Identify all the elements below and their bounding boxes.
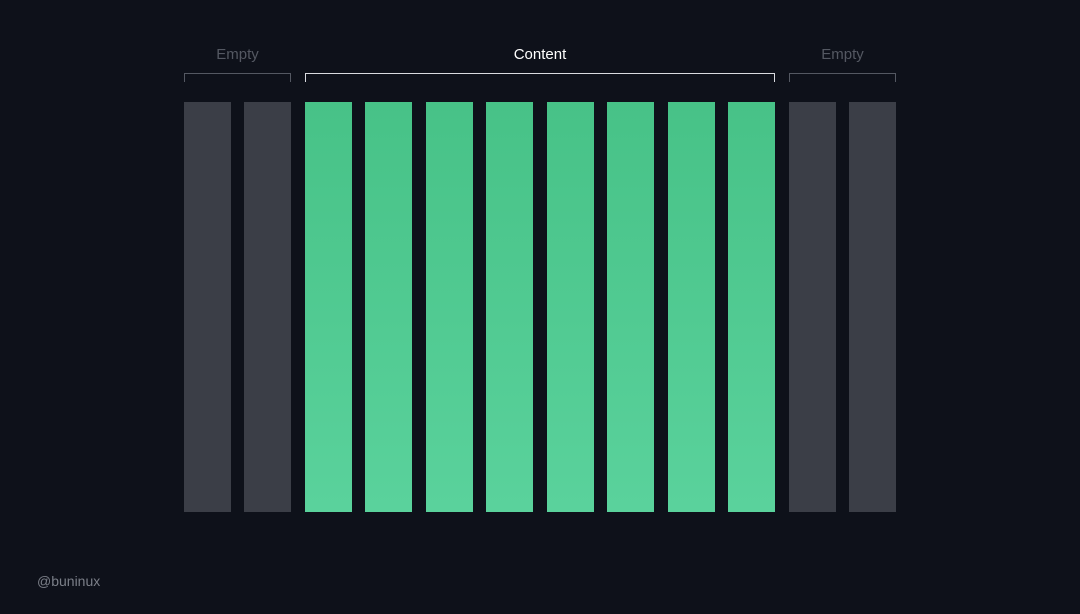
bracket-content	[305, 73, 775, 82]
content-column	[486, 102, 533, 512]
content-column	[547, 102, 594, 512]
author-credit: @buninux	[37, 573, 101, 589]
empty-column	[244, 102, 291, 512]
content-column	[728, 102, 775, 512]
label-content: Content	[513, 46, 567, 63]
label-empty-right: Empty	[821, 46, 864, 63]
empty-column	[849, 102, 896, 512]
content-column	[426, 102, 473, 512]
label-empty-left: Empty	[216, 46, 259, 63]
content-column	[305, 102, 352, 512]
empty-column	[184, 102, 231, 512]
bracket-empty-left	[184, 73, 291, 82]
content-column	[668, 102, 715, 512]
content-column	[365, 102, 412, 512]
empty-column	[789, 102, 836, 512]
content-column	[607, 102, 654, 512]
bracket-empty-right	[789, 73, 896, 82]
